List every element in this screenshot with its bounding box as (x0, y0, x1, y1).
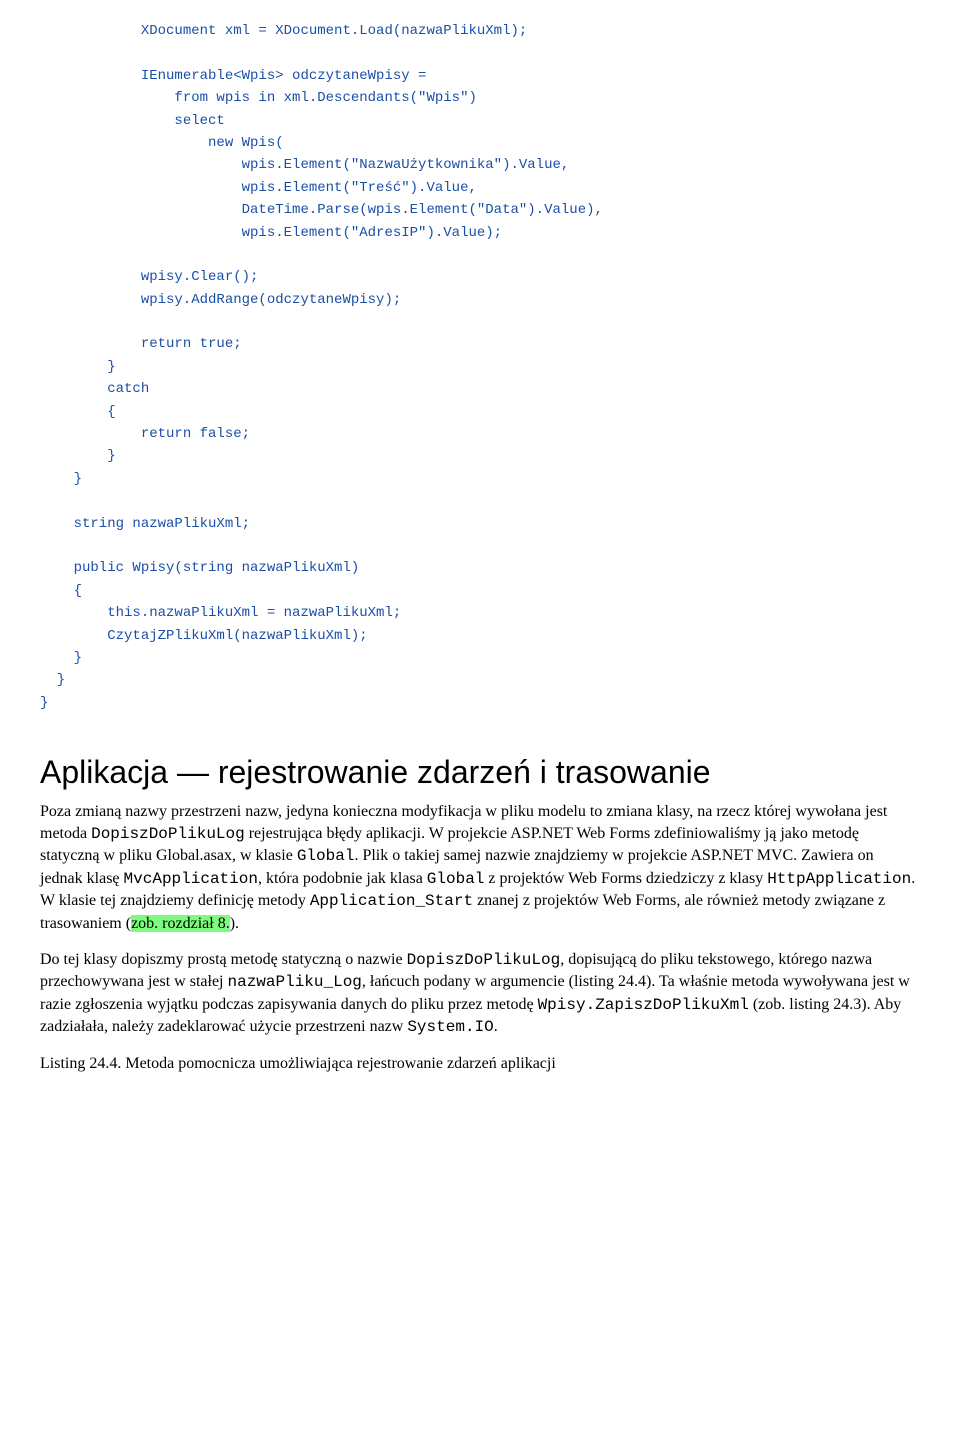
text: z projektów Web Forms dziedziczy z klasy (484, 870, 767, 887)
text: , która podobnie jak klasa (258, 870, 427, 887)
code-inline: Global (427, 870, 485, 888)
text: Do tej klasy dopiszmy prostą metodę stat… (40, 951, 407, 968)
text: . (494, 1018, 498, 1035)
code-inline: Wpisy.ZapiszDoPlikuXml (538, 996, 749, 1014)
code-inline: nazwaPliku_Log (227, 973, 361, 991)
paragraph-1: Poza zmianą nazwy przestrzeni nazw, jedy… (40, 801, 920, 935)
code-inline: DopiszDoPlikuLog (407, 951, 561, 969)
highlighted-text: zob. rozdział 8. (131, 915, 230, 932)
code-inline: HttpApplication (767, 870, 911, 888)
code-inline: DopiszDoPlikuLog (91, 825, 245, 843)
code-inline: Global (297, 847, 355, 865)
listing-caption: Listing 24.4. Metoda pomocnicza umożliwi… (40, 1053, 920, 1075)
paragraph-2: Do tej klasy dopiszmy prostą metodę stat… (40, 949, 920, 1039)
code-block: XDocument xml = XDocument.Load(nazwaPlik… (40, 20, 920, 714)
code-inline: MvcApplication (124, 870, 258, 888)
code-inline: System.IO (407, 1018, 493, 1036)
section-heading: Aplikacja — rejestrowanie zdarzeń i tras… (40, 754, 920, 791)
code-inline: Application_Start (310, 892, 473, 910)
text: ). (230, 915, 239, 932)
